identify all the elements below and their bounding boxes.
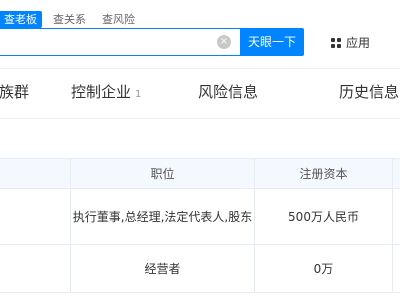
tab-clan[interactable]: 族群 <box>0 82 29 102</box>
cell-registered-capital: 0万 <box>254 245 392 292</box>
cell-next-column <box>392 189 400 244</box>
tab-risk-info[interactable]: 风险信息 <box>198 82 258 102</box>
header-next-column <box>392 159 400 188</box>
clear-icon[interactable]: × <box>217 35 231 49</box>
tab-count-badge: 1 <box>135 89 142 100</box>
cell-position: 执行董事,总经理,法定代表人,股东 <box>70 189 254 244</box>
grid-icon <box>331 37 341 48</box>
table-row[interactable]: 经营者 0万 <box>0 245 400 293</box>
tab-boss[interactable]: 查老板 <box>0 11 42 28</box>
table-row[interactable]: 执行董事,总经理,法定代表人,股东 500万人民币 <box>0 189 400 245</box>
page: 查老板 查关系 查风险 × 天眼一下 应用 族群 控制企业 1 风险信息 历史信息… <box>0 0 400 300</box>
tab-history-info-label: 历史信息 <box>339 83 400 101</box>
header-registered-capital: 注册资本 <box>254 159 392 188</box>
header-divider <box>0 68 400 69</box>
tab-relations[interactable]: 查关系 <box>53 11 86 28</box>
search-button[interactable]: 天眼一下 <box>240 28 304 56</box>
table-header-row: 职位 注册资本 <box>0 159 400 189</box>
search-type-tabs: 查老板 查关系 查风险 <box>0 11 151 28</box>
apps-label: 应用 <box>346 36 371 50</box>
cell-next-column <box>392 245 400 292</box>
header-position: 职位 <box>70 159 254 188</box>
apps-menu[interactable]: 应用 <box>331 34 370 51</box>
cell-registered-capital: 500万人民币 <box>254 189 392 244</box>
tab-controlled-companies-label: 控制企业 <box>71 83 132 101</box>
tab-risk-info-label: 风险信息 <box>198 83 259 101</box>
nav-divider <box>0 118 400 119</box>
tab-controlled-companies[interactable]: 控制企业 1 <box>71 82 141 105</box>
tab-history-info[interactable]: 历史信息 <box>339 82 399 102</box>
tab-risk[interactable]: 查风险 <box>102 11 135 28</box>
cell-position: 经营者 <box>70 245 254 292</box>
tab-clan-label: 族群 <box>0 83 30 101</box>
search-input[interactable]: × <box>0 28 240 56</box>
companies-table: 职位 注册资本 执行董事,总经理,法定代表人,股东 500万人民币 经营者 0万 <box>0 158 400 293</box>
